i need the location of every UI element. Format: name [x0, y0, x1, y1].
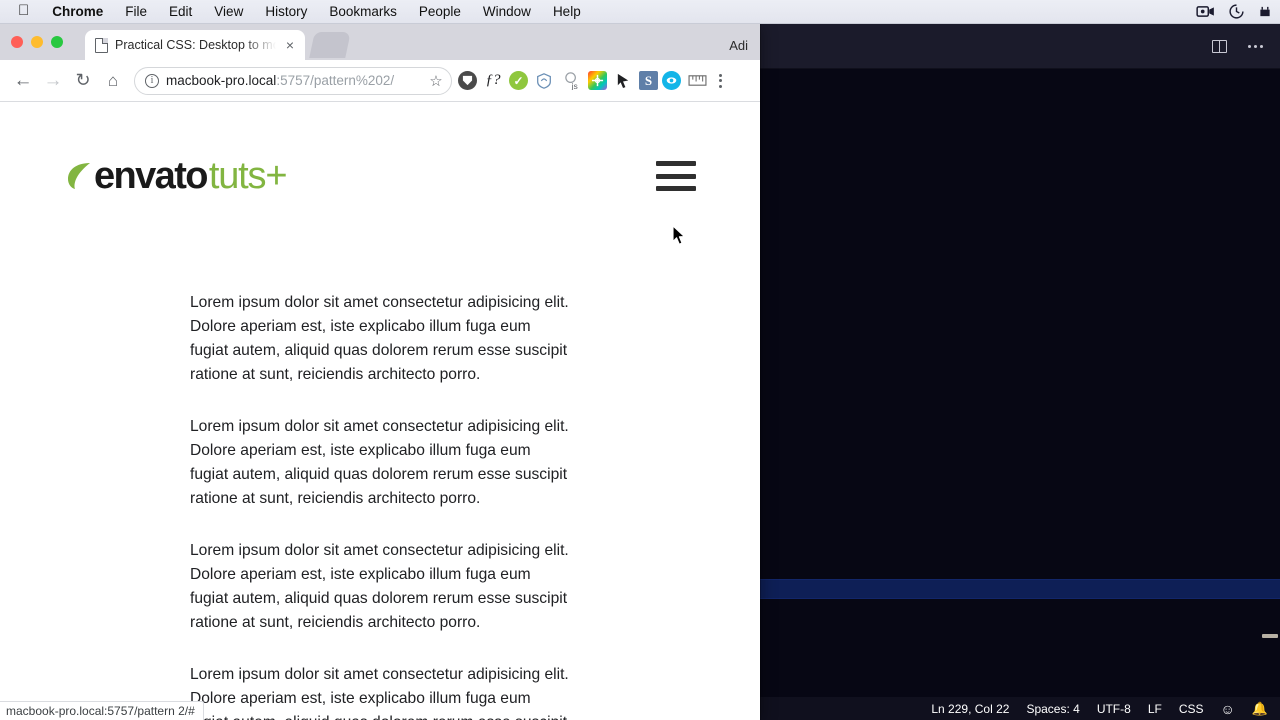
site-header: envato tuts+ [0, 102, 760, 195]
split-editor-icon[interactable] [1208, 36, 1230, 58]
page-viewport: envato tuts+ Lorem ipsum dolor sit amet … [0, 102, 760, 720]
url-path: :5757/pattern%202/ [276, 73, 395, 88]
pesticide-extension-icon[interactable] [611, 69, 635, 93]
menubar-item-window[interactable]: Window [472, 4, 542, 19]
site-logo[interactable]: envato tuts+ [66, 155, 288, 197]
leaf-icon [66, 161, 92, 191]
menubar-item-view[interactable]: View [203, 4, 254, 19]
bookmark-star-icon[interactable]: ☆ [427, 72, 445, 90]
encoding[interactable]: UTF-8 [1097, 702, 1131, 716]
article-content: Lorem ipsum dolor sit amet consectetur a… [0, 195, 760, 720]
macos-menubar:  Chrome File Edit View History Bookmark… [0, 0, 1280, 24]
minimize-window-button[interactable] [31, 36, 43, 48]
extensions-row: ƒ? ✓ js S [458, 69, 709, 93]
logo-text-tuts: tuts+ [208, 155, 288, 197]
site-info-icon[interactable]: i [145, 73, 159, 88]
menubar-item-bookmarks[interactable]: Bookmarks [318, 4, 408, 19]
menu-extra-icon[interactable] [1258, 5, 1272, 18]
link-status-bubble: macbook-pro.local:5757/pattern 2/# [0, 701, 204, 720]
tab-title: Practical CSS: Desktop to mob [115, 38, 276, 52]
more-actions-icon[interactable] [1244, 36, 1266, 58]
cursor-position[interactable]: Ln 229, Col 22 [931, 702, 1009, 716]
browser-tab[interactable]: Practical CSS: Desktop to mob × [85, 30, 305, 60]
eye-dropper-extension-icon[interactable] [662, 71, 681, 90]
home-button[interactable]: ⌂ [98, 66, 128, 96]
window-traffic-lights [11, 36, 63, 48]
browser-toolbar: ← → ↻ ⌂ i macbook-pro.local:5757/pattern… [0, 60, 760, 102]
menubar-item-people[interactable]: People [408, 4, 472, 19]
logo-text-envato: envato [94, 155, 208, 197]
shield-extension-icon[interactable] [532, 69, 556, 93]
eol-sequence[interactable]: LF [1148, 702, 1162, 716]
editor-tab-actions [1208, 24, 1272, 69]
language-mode[interactable]: CSS [1179, 702, 1204, 716]
hamburger-bar-3 [656, 186, 696, 191]
chrome-menu-icon[interactable] [709, 68, 731, 94]
menubar-item-file[interactable]: File [114, 4, 158, 19]
page-favicon-icon [95, 37, 108, 53]
menubar-item-history[interactable]: History [254, 4, 318, 19]
menubar-item-help[interactable]: Help [542, 4, 592, 19]
paragraph: Lorem ipsum dolor sit amet consectetur a… [190, 542, 569, 631]
paragraph: Lorem ipsum dolor sit amet consectetur a… [190, 294, 569, 383]
back-button[interactable]: ← [8, 66, 38, 96]
profile-name[interactable]: Adi [729, 38, 748, 53]
colorzilla-extension-icon[interactable] [588, 71, 607, 90]
paragraph: Lorem ipsum dolor sit amet consectetur a… [190, 418, 569, 507]
notifications-bell-icon[interactable]: 🔔 [1252, 701, 1268, 717]
ruler-extension-icon[interactable] [685, 69, 709, 93]
menubar-items:  Chrome File Edit View History Bookmark… [0, 3, 592, 19]
tab-strip: Practical CSS: Desktop to mob × Adi [0, 24, 760, 60]
apple-menu-icon[interactable]:  [0, 3, 41, 18]
hamburger-bar-1 [656, 161, 696, 166]
forward-button[interactable]: → [38, 66, 68, 96]
menubar-item-edit[interactable]: Edit [158, 4, 203, 19]
maximize-window-button[interactable] [51, 36, 63, 48]
fontface-ninja-extension-icon[interactable]: ƒ? [481, 69, 505, 93]
editor-scrollbar[interactable] [1266, 69, 1280, 697]
feedback-smiley-icon[interactable]: ☺ [1221, 701, 1235, 717]
dashlane-extension-icon[interactable] [458, 71, 477, 90]
reload-button[interactable]: ↻ [68, 66, 98, 96]
hamburger-bar-2 [656, 173, 696, 179]
close-tab-icon[interactable]: × [283, 38, 297, 52]
menubar-item-chrome[interactable]: Chrome [41, 4, 114, 19]
indentation[interactable]: Spaces: 4 [1026, 702, 1079, 716]
grammarly-extension-icon[interactable]: ✓ [509, 71, 528, 90]
screen: Ln 229, Col 22 Spaces: 4 UTF-8 LF CSS ☺ … [0, 0, 1280, 720]
svg-text:js: js [570, 81, 577, 90]
hamburger-menu-icon[interactable] [656, 161, 696, 191]
address-bar[interactable]: i macbook-pro.local:5757/pattern%202/ ☆ [134, 66, 452, 95]
close-window-button[interactable] [11, 36, 23, 48]
sketch-extension-icon[interactable]: S [639, 71, 658, 90]
menubar-status-icons [1196, 4, 1280, 19]
javascript-toggle-extension-icon[interactable]: js [560, 69, 584, 93]
url-host: macbook-pro.local [166, 73, 277, 88]
screen-record-icon[interactable] [1196, 5, 1215, 18]
chrome-browser-window: Practical CSS: Desktop to mob × Adi ← → … [0, 24, 760, 720]
paragraph: Lorem ipsum dolor sit amet consectetur a… [190, 666, 569, 720]
url-text: macbook-pro.local:5757/pattern%202/ [166, 73, 420, 88]
time-machine-icon[interactable] [1229, 4, 1244, 19]
new-tab-button[interactable] [309, 32, 351, 58]
